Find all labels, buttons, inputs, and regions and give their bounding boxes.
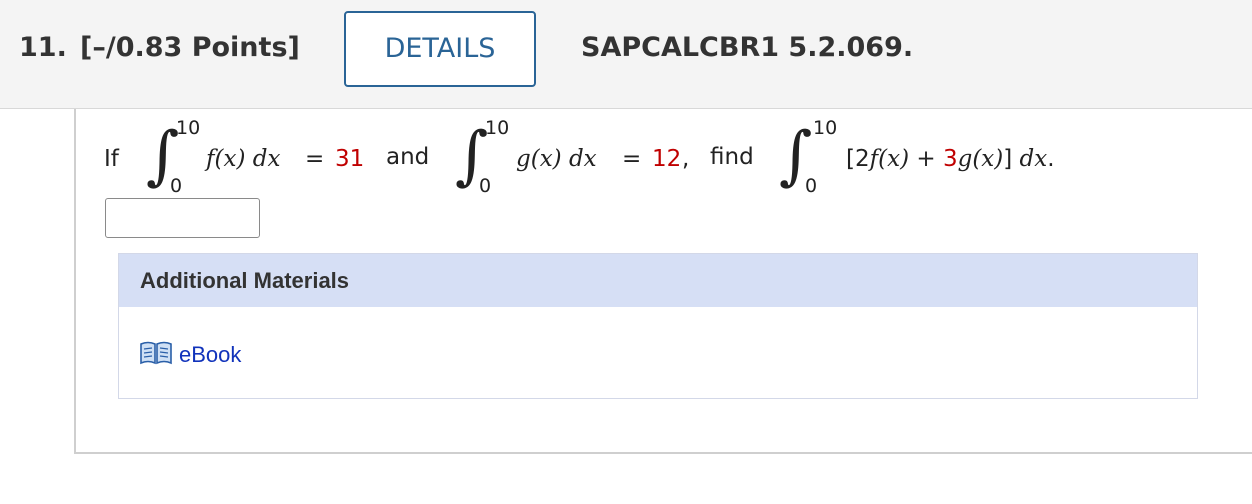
upper-limit: 10 [813,117,838,139]
integrand-f: f(x) dx [206,146,281,172]
lower-limit: 0 [479,175,492,197]
upper-limit: 10 [176,117,201,139]
if-word: If [104,146,119,172]
equals-sign: = [622,146,642,172]
question-number: 11. [19,32,67,63]
comma: , [682,146,690,172]
details-button[interactable]: DETAILS [344,11,536,87]
integral-value-f: 31 [335,146,365,172]
answer-input[interactable] [105,198,260,238]
target-expression: [2f(x) + 3g(x)] dx. [846,146,1055,172]
upper-limit: 10 [485,117,510,139]
points-label: [–/0.83 Points] [80,32,300,63]
find-word: find [710,144,754,170]
ebook-label: eBook [179,342,242,367]
and-word: and [386,144,430,170]
question-header: 11. [–/0.83 Points] DETAILS SAPCALCBR1 5… [0,0,1252,109]
equals-sign: = [305,146,325,172]
integral-value-g: 12 [652,146,682,172]
ebook-link[interactable]: eBook [139,340,241,370]
lower-limit: 0 [805,175,818,197]
additional-materials-panel: Additional Materials eBook [118,253,1198,399]
lower-limit: 0 [170,175,183,197]
additional-materials-header: Additional Materials [119,254,1197,307]
problem-code: SAPCALCBR1 5.2.069. [581,32,914,63]
additional-materials-title: Additional Materials [140,268,350,293]
integrand-g: g(x) dx [516,146,597,172]
open-book-icon [139,340,173,370]
